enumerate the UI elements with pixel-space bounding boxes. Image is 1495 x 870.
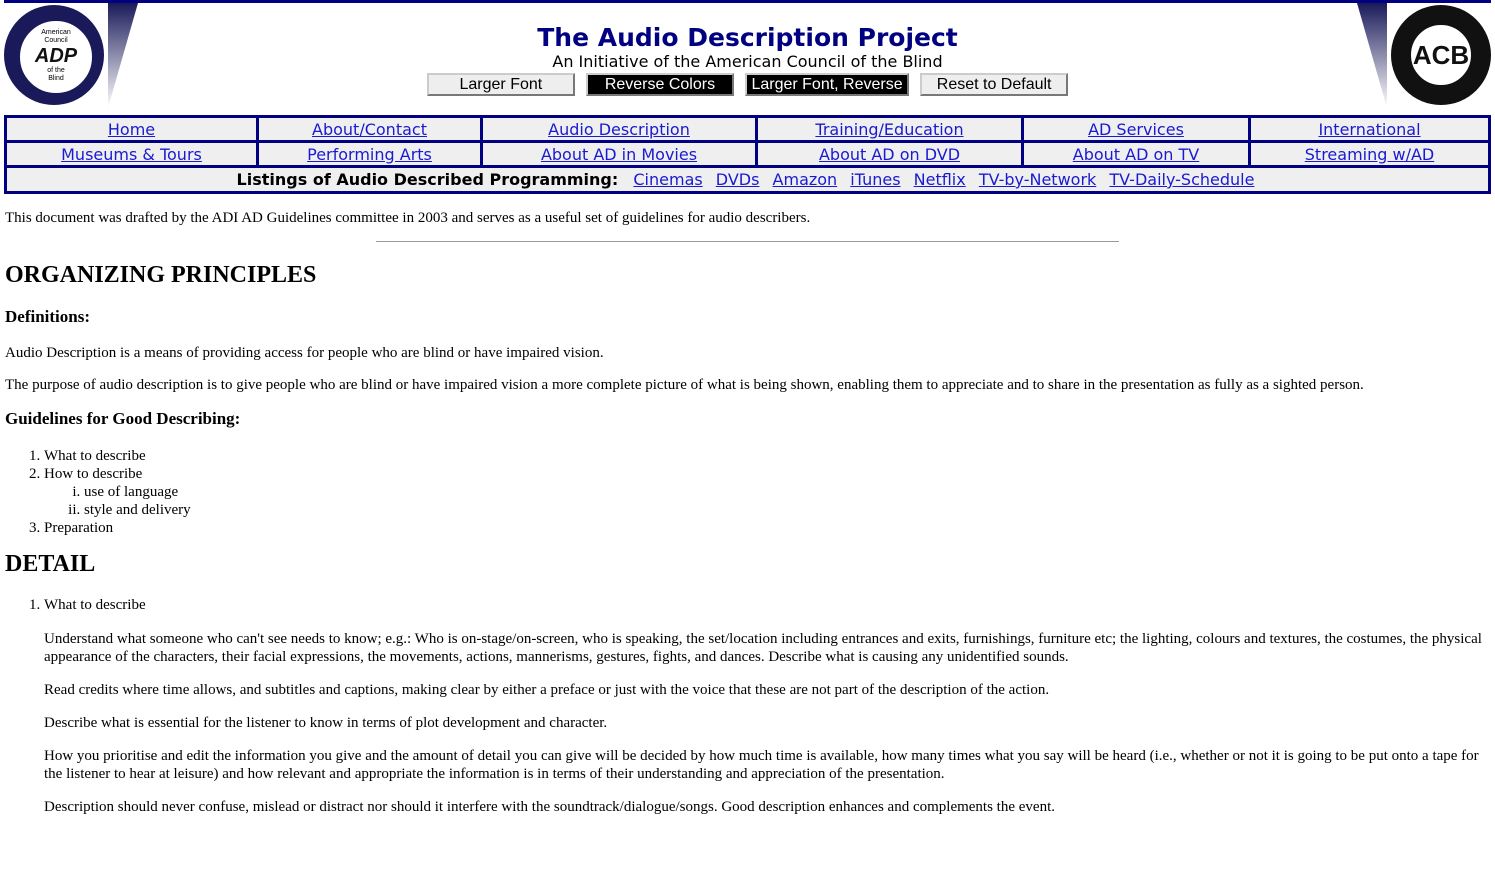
- detail-paragraph: Describe what is essential for the liste…: [44, 715, 608, 731]
- detail-list: What to describe: [5, 596, 1490, 614]
- listings-label: Listings of Audio Described Programming:: [236, 170, 619, 189]
- nav-ad-movies[interactable]: About AD in Movies: [541, 145, 697, 164]
- list-item: use of language: [84, 483, 1490, 501]
- list-item-text: How to describe: [44, 466, 143, 482]
- definition-text: Audio Description is a means of providin…: [5, 345, 604, 361]
- main-nav: Home About/Contact Audio Description Tra…: [4, 115, 1491, 194]
- detail-paragraph: How you prioritise and edit the informat…: [44, 748, 1479, 782]
- nav-ad-services[interactable]: AD Services: [1088, 120, 1184, 139]
- list-item: Preparation: [44, 519, 1490, 537]
- site-title: The Audio Description Project: [537, 23, 958, 52]
- listing-dvds[interactable]: DVDs: [716, 170, 760, 189]
- listing-cinemas[interactable]: Cinemas: [633, 170, 702, 189]
- heading-organizing-principles: ORGANIZING PRINCIPLES: [5, 262, 317, 288]
- listing-tv-daily-schedule[interactable]: TV-Daily-Schedule: [1109, 170, 1254, 189]
- listing-amazon[interactable]: Amazon: [773, 170, 838, 189]
- nav-performing-arts[interactable]: Performing Arts: [307, 145, 432, 164]
- larger-font-reverse-button[interactable]: Larger Font, Reverse: [745, 73, 910, 96]
- list-item: style and delivery: [84, 501, 1490, 519]
- nav-audio-description[interactable]: Audio Description: [548, 120, 690, 139]
- acb-logo[interactable]: ACB: [1391, 5, 1491, 105]
- listing-tv-by-network[interactable]: TV-by-Network: [979, 170, 1096, 189]
- detail-paragraph: Read credits where time allows, and subt…: [44, 682, 1050, 698]
- nav-about-contact[interactable]: About/Contact: [312, 120, 427, 139]
- list-item: What to describe: [44, 596, 1490, 614]
- detail-paragraph: Description should never confuse, mislea…: [44, 799, 1055, 815]
- listing-itunes[interactable]: iTunes: [850, 170, 900, 189]
- nav-international[interactable]: International: [1318, 120, 1420, 139]
- reset-default-button[interactable]: Reset to Default: [920, 73, 1069, 96]
- divider: [376, 241, 1119, 242]
- nav-home[interactable]: Home: [108, 120, 155, 139]
- intro-text: This document was drafted by the ADI AD …: [5, 210, 811, 226]
- heading-detail: DETAIL: [5, 551, 96, 577]
- listing-netflix[interactable]: Netflix: [914, 170, 966, 189]
- nav-ad-tv[interactable]: About AD on TV: [1073, 145, 1199, 164]
- definition-text: The purpose of audio description is to g…: [5, 377, 1364, 393]
- heading-definitions: Definitions:: [5, 307, 90, 326]
- logo-text: ACB: [1409, 23, 1473, 87]
- nav-ad-dvd[interactable]: About AD on DVD: [819, 145, 960, 164]
- reverse-colors-button[interactable]: Reverse Colors: [585, 73, 734, 96]
- list-item: What to describe: [44, 447, 1490, 465]
- nav-museums-tours[interactable]: Museums & Tours: [61, 145, 202, 164]
- heading-guidelines: Guidelines for Good Describing:: [5, 409, 241, 428]
- guidelines-list: What to describe How to describe use of …: [5, 447, 1490, 537]
- nav-training-education[interactable]: Training/Education: [815, 120, 963, 139]
- nav-streaming[interactable]: Streaming w/AD: [1305, 145, 1434, 164]
- site-subtitle: An Initiative of the American Council of…: [552, 52, 943, 71]
- main-content: This document was drafted by the ADI AD …: [0, 210, 1495, 816]
- list-item: How to describe use of languagestyle and…: [44, 465, 1490, 519]
- site-header: American Council ADP of the Blind The Au…: [4, 0, 1491, 115]
- detail-paragraph: Understand what someone who can't see ne…: [44, 631, 1482, 665]
- larger-font-button[interactable]: Larger Font: [426, 73, 575, 96]
